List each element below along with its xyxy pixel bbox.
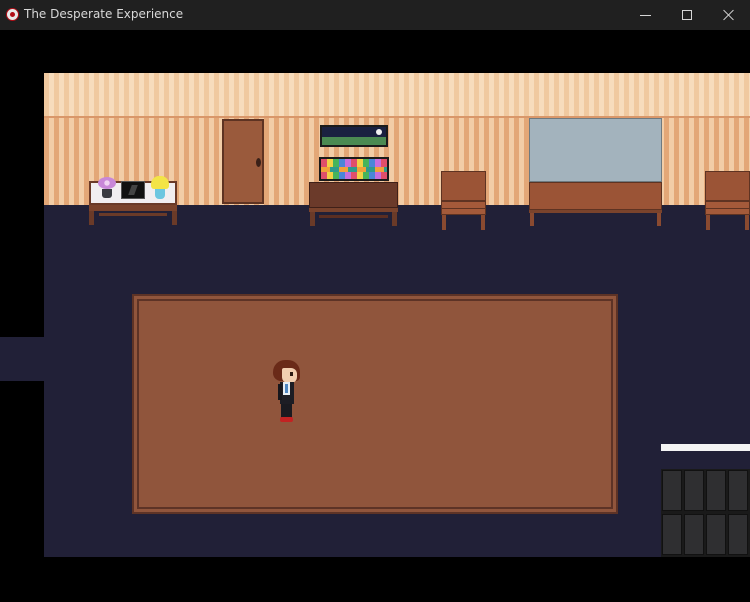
locker bbox=[662, 514, 682, 555]
lamp-icon bbox=[150, 176, 170, 200]
player-arm bbox=[278, 384, 282, 400]
table-leg bbox=[657, 213, 661, 226]
door-knob bbox=[256, 158, 261, 167]
locker bbox=[684, 470, 704, 511]
chair-leg bbox=[442, 215, 446, 230]
white-ledge bbox=[661, 444, 750, 451]
wall-board bbox=[529, 118, 662, 182]
tv-cabinet bbox=[309, 182, 398, 226]
chair bbox=[441, 171, 486, 230]
chair-seat bbox=[705, 201, 750, 215]
player-tie bbox=[285, 384, 288, 393]
cabinet-rail bbox=[309, 208, 398, 212]
player-eye bbox=[290, 372, 293, 376]
locker bbox=[662, 470, 682, 511]
locker bbox=[706, 470, 726, 511]
table-leg bbox=[530, 213, 534, 226]
chair-back bbox=[705, 171, 750, 201]
floor-rug bbox=[132, 294, 618, 514]
player-shoes bbox=[280, 417, 293, 422]
chair-leg bbox=[745, 215, 749, 230]
game-viewport[interactable] bbox=[0, 0, 750, 602]
wall-upper-panel bbox=[44, 73, 750, 117]
side-table-shelf bbox=[89, 205, 177, 211]
lamp-shade bbox=[151, 176, 169, 189]
chair-back bbox=[441, 171, 486, 201]
side-table-rail bbox=[99, 213, 167, 216]
side-table-leg bbox=[89, 211, 94, 225]
cabinet-leg bbox=[392, 212, 397, 226]
chair-leg bbox=[706, 215, 710, 230]
rug-inner-border bbox=[137, 299, 613, 509]
chair-leg bbox=[481, 215, 485, 230]
night-sky-painting bbox=[320, 125, 388, 147]
laptop-icon bbox=[121, 181, 145, 199]
chair-seat bbox=[441, 201, 486, 215]
lamp-base bbox=[155, 189, 165, 199]
locker bbox=[684, 514, 704, 555]
table-trim bbox=[529, 210, 662, 213]
locker bbox=[728, 514, 748, 555]
left-doorway bbox=[0, 337, 44, 381]
locker bbox=[728, 470, 748, 511]
flower-petals bbox=[98, 177, 116, 189]
side-table-leg bbox=[172, 211, 177, 225]
player-character bbox=[271, 360, 303, 424]
flower-pot-icon bbox=[97, 177, 117, 199]
abstract-painting bbox=[319, 157, 389, 181]
chair bbox=[705, 171, 750, 230]
cabinet-bar bbox=[319, 215, 388, 218]
cabinet-body bbox=[309, 182, 398, 208]
cabinet-leg bbox=[310, 212, 315, 226]
room-door bbox=[222, 119, 264, 204]
locker bbox=[706, 514, 726, 555]
table-top bbox=[529, 182, 662, 210]
player-legs bbox=[281, 404, 292, 418]
locker-bank bbox=[661, 469, 750, 557]
moon-icon bbox=[376, 129, 382, 135]
pot bbox=[102, 189, 112, 198]
wooden-table bbox=[529, 182, 662, 226]
